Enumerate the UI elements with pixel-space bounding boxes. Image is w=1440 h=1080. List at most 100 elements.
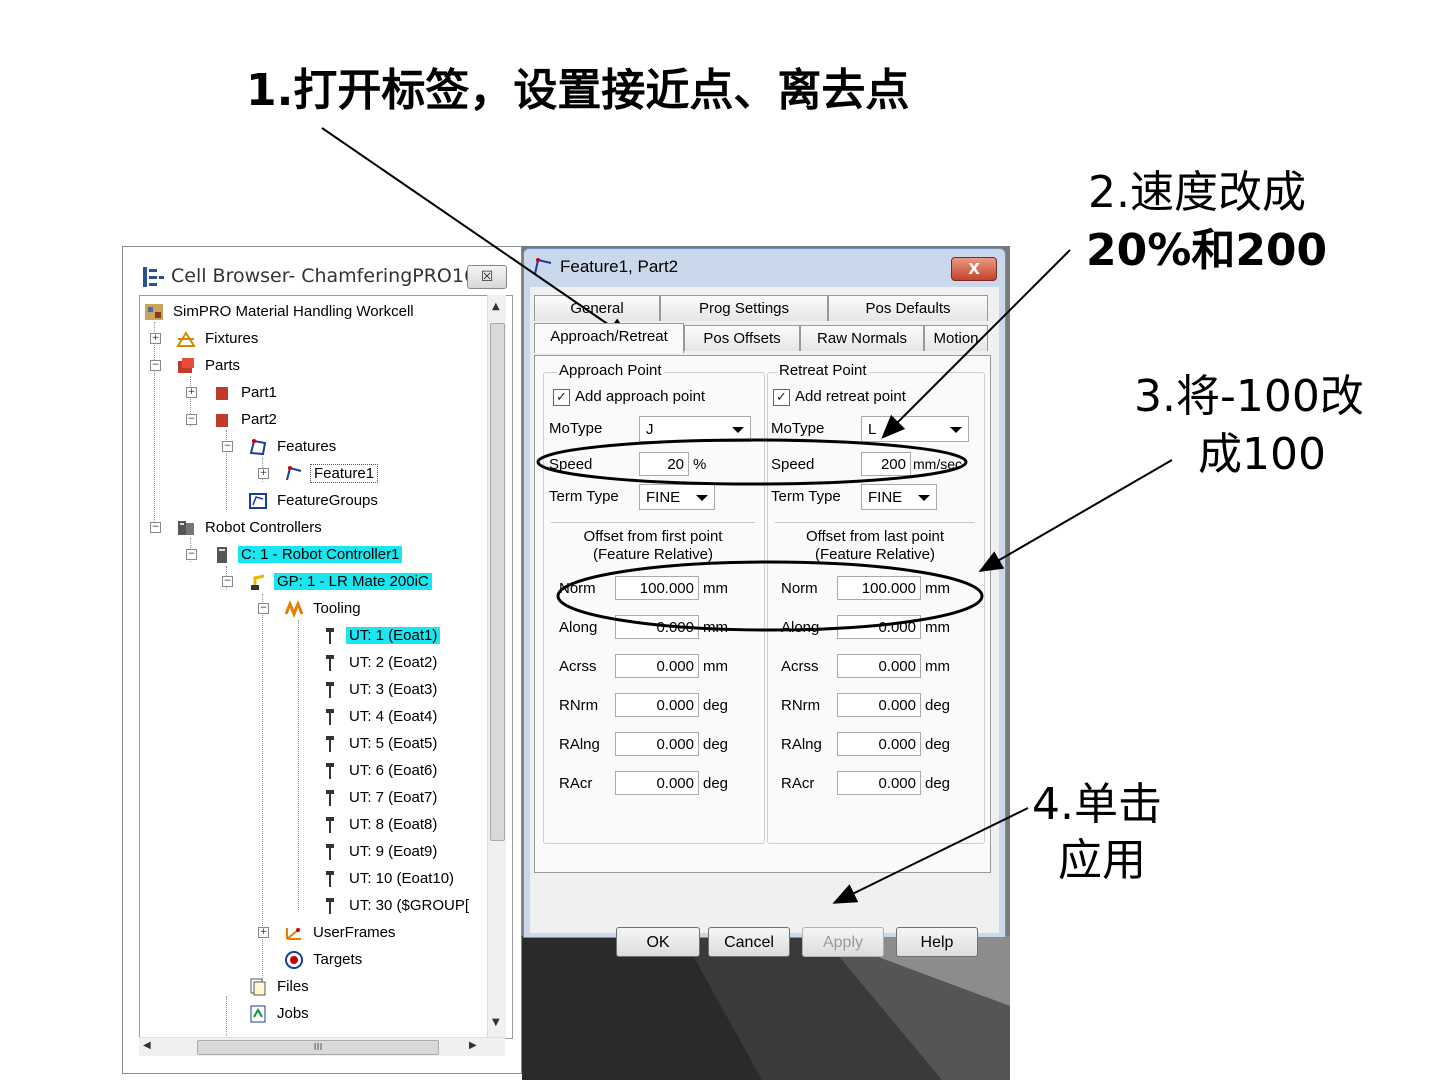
tree-node-workcell[interactable]: SimPRO Material Handling Workcell <box>144 300 417 324</box>
tab-pos-defaults[interactable]: Pos Defaults <box>828 295 988 321</box>
tree-node-fixtures[interactable]: Fixtures <box>176 327 261 351</box>
tool-icon <box>326 628 334 645</box>
tree-node-part2[interactable]: Part2 <box>212 408 280 432</box>
expand-toggle[interactable]: + <box>258 927 269 938</box>
retreat-offset-input[interactable]: 0.000 <box>837 693 921 717</box>
collapse-toggle[interactable]: − <box>150 360 161 371</box>
tree-node-files[interactable]: Files <box>248 975 312 999</box>
approach-offset-unit: mm <box>703 619 728 636</box>
tree-node-tool[interactable]: UT: 4 (Eoat4) <box>320 705 440 729</box>
expand-toggle[interactable]: + <box>150 333 161 344</box>
retreat-offset-input[interactable]: 0.000 <box>837 732 921 756</box>
tree-node-tool[interactable]: UT: 6 (Eoat6) <box>320 759 440 783</box>
scroll-right-icon[interactable]: ▶ <box>469 1040 477 1051</box>
collapse-toggle[interactable]: − <box>186 414 197 425</box>
tree-node-robot-controllers[interactable]: Robot Controllers <box>176 516 325 540</box>
retreat-offset-input[interactable]: 100.000 <box>837 576 921 600</box>
retreat-offset-input[interactable]: 0.000 <box>837 771 921 795</box>
tree-node-controller1[interactable]: C: 1 - Robot Controller1 <box>212 543 403 567</box>
robot-icon <box>251 574 265 591</box>
approach-offset-input[interactable]: 100.000 <box>615 576 699 600</box>
retreat-offset-unit: mm <box>925 580 950 597</box>
tree-node-featuregroups[interactable]: FeatureGroups <box>248 489 381 513</box>
scroll-up-icon[interactable]: ▲ <box>492 301 500 312</box>
expand-toggle[interactable]: + <box>258 468 269 479</box>
approach-motype-select[interactable]: J <box>639 416 751 442</box>
tree-node-part1[interactable]: Part1 <box>212 381 280 405</box>
tree-node-tooling[interactable]: Tooling <box>284 597 364 621</box>
approach-offset-label: Along <box>559 619 598 636</box>
collapse-toggle[interactable]: − <box>258 603 269 614</box>
fixtures-icon <box>176 331 196 348</box>
annotation-step4-line2: 应用 <box>1058 835 1146 886</box>
annotation-step3-line2: 成100 <box>1198 429 1326 480</box>
scroll-thumb[interactable]: III <box>197 1040 439 1055</box>
tree-node-tool[interactable]: UT: 7 (Eoat7) <box>320 786 440 810</box>
scroll-left-icon[interactable]: ◀ <box>143 1040 151 1051</box>
jobs-icon <box>250 1005 266 1023</box>
retreat-speed-label: Speed <box>771 456 815 473</box>
retreat-offset-input[interactable]: 0.000 <box>837 615 921 639</box>
workcell-icon <box>145 304 163 321</box>
tab-prog-settings[interactable]: Prog Settings <box>660 295 828 321</box>
approach-offset-input[interactable]: 0.000 <box>615 615 699 639</box>
ok-button[interactable]: OK <box>616 927 700 957</box>
tree-vertical-scrollbar[interactable]: ▲ ▼ <box>487 295 506 1037</box>
approach-offset-input[interactable]: 0.000 <box>615 654 699 678</box>
tree-node-targets[interactable]: Targets <box>284 948 365 972</box>
tree-node-tool[interactable]: UT: 2 (Eoat2) <box>320 651 440 675</box>
cell-tree[interactable]: SimPRO Material Handling Workcell + Fixt… <box>139 295 513 1039</box>
retreat-offset-label: Acrss <box>781 658 819 675</box>
retreat-motype-select[interactable]: L <box>861 416 969 442</box>
tree-node-tool[interactable]: UT: 9 (Eoat9) <box>320 840 440 864</box>
tree-node-robot[interactable]: GP: 1 - LR Mate 200iC <box>248 570 432 594</box>
collapse-toggle[interactable]: − <box>150 522 161 533</box>
scroll-down-icon[interactable]: ▼ <box>492 1017 500 1028</box>
tree-node-tool[interactable]: UT: 10 (Eoat10) <box>320 867 457 891</box>
cell-browser-panel: Cell Browser- ChamferingPRO16 ☒ SimPRO M… <box>122 246 522 1074</box>
retreat-termtype-select[interactable]: FINE <box>861 484 937 510</box>
add-approach-checkbox[interactable]: ✓ <box>553 389 570 406</box>
approach-offset-input[interactable]: 0.000 <box>615 693 699 717</box>
approach-offset-label: Norm <box>559 580 596 597</box>
collapse-toggle[interactable]: − <box>222 576 233 587</box>
parts-icon <box>178 358 194 374</box>
controllers-icon <box>178 521 194 536</box>
tree-node-userframes[interactable]: UserFrames <box>284 921 399 945</box>
cell-browser-close-button[interactable]: ☒ <box>467 265 507 289</box>
approach-offset-input[interactable]: 0.000 <box>615 771 699 795</box>
tree-node-tool[interactable]: UT: 30 ($GROUP[ <box>320 894 472 918</box>
tree-node-tool[interactable]: UT: 1 (Eoat1) <box>320 624 441 648</box>
tab-approach-retreat[interactable]: Approach/Retreat <box>534 323 684 353</box>
files-icon <box>250 978 266 996</box>
tab-motion[interactable]: Motion <box>924 325 988 351</box>
apply-button[interactable]: Apply <box>802 927 884 957</box>
approach-offset-label: RAlng <box>559 736 600 753</box>
help-button[interactable]: Help <box>896 927 978 957</box>
approach-speed-input[interactable]: 20 <box>639 452 689 476</box>
approach-offset-input[interactable]: 0.000 <box>615 732 699 756</box>
tree-node-tool[interactable]: UT: 5 (Eoat5) <box>320 732 440 756</box>
tree-node-tool[interactable]: UT: 3 (Eoat3) <box>320 678 440 702</box>
tab-general[interactable]: General <box>534 295 660 321</box>
collapse-toggle[interactable]: − <box>222 441 233 452</box>
tree-node-feature1[interactable]: Feature1 <box>284 462 379 486</box>
tab-pos-offsets[interactable]: Pos Offsets <box>684 325 800 351</box>
tree-node-features[interactable]: Features <box>248 435 339 459</box>
scroll-thumb[interactable] <box>490 323 505 841</box>
collapse-toggle[interactable]: − <box>186 549 197 560</box>
tree-node-jobs[interactable]: Jobs <box>248 1002 312 1026</box>
annotation-step2-line1: 2.速度改成 <box>1088 167 1306 218</box>
cancel-button[interactable]: Cancel <box>708 927 790 957</box>
retreat-offset-label: Norm <box>781 580 818 597</box>
tree-horizontal-scrollbar[interactable]: ◀ III ▶ <box>139 1037 505 1056</box>
add-retreat-checkbox[interactable]: ✓ <box>773 389 790 406</box>
expand-toggle[interactable]: + <box>186 387 197 398</box>
retreat-speed-input[interactable]: 200 <box>861 452 911 476</box>
approach-termtype-select[interactable]: FINE <box>639 484 715 510</box>
tree-node-tool[interactable]: UT: 8 (Eoat8) <box>320 813 440 837</box>
retreat-offset-input[interactable]: 0.000 <box>837 654 921 678</box>
tree-node-parts[interactable]: Parts <box>176 354 243 378</box>
dialog-close-button[interactable]: X <box>951 257 997 281</box>
tab-raw-normals[interactable]: Raw Normals <box>800 325 924 351</box>
